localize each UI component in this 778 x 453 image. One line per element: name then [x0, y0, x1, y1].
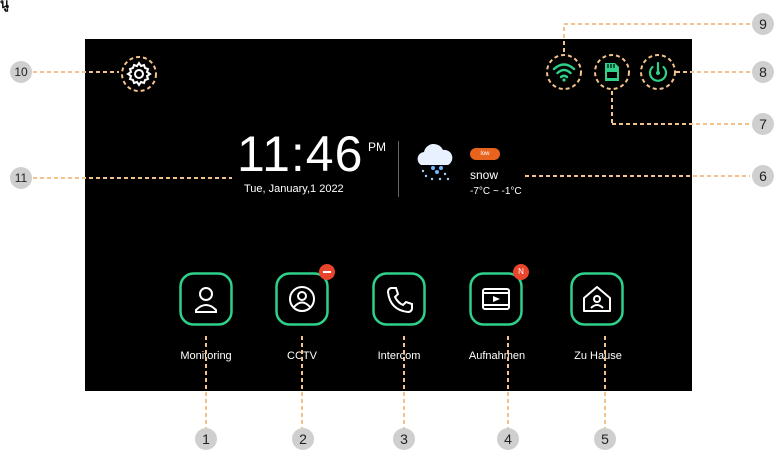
callout-11: 11: [10, 167, 32, 189]
callout-4: 4: [497, 428, 519, 450]
callout-3: 3: [393, 428, 415, 450]
callout-9: 9: [752, 13, 774, 35]
callout-1: 1: [195, 428, 217, 450]
callout-8: 8: [752, 61, 774, 83]
callout-leader-lines: [33, 23, 753, 428]
callout-7: 7: [752, 113, 774, 135]
callout-6: 6: [752, 165, 774, 187]
callout-2: 2: [292, 428, 314, 450]
callout-10: 10: [10, 61, 32, 83]
callout-5: 5: [594, 428, 616, 450]
